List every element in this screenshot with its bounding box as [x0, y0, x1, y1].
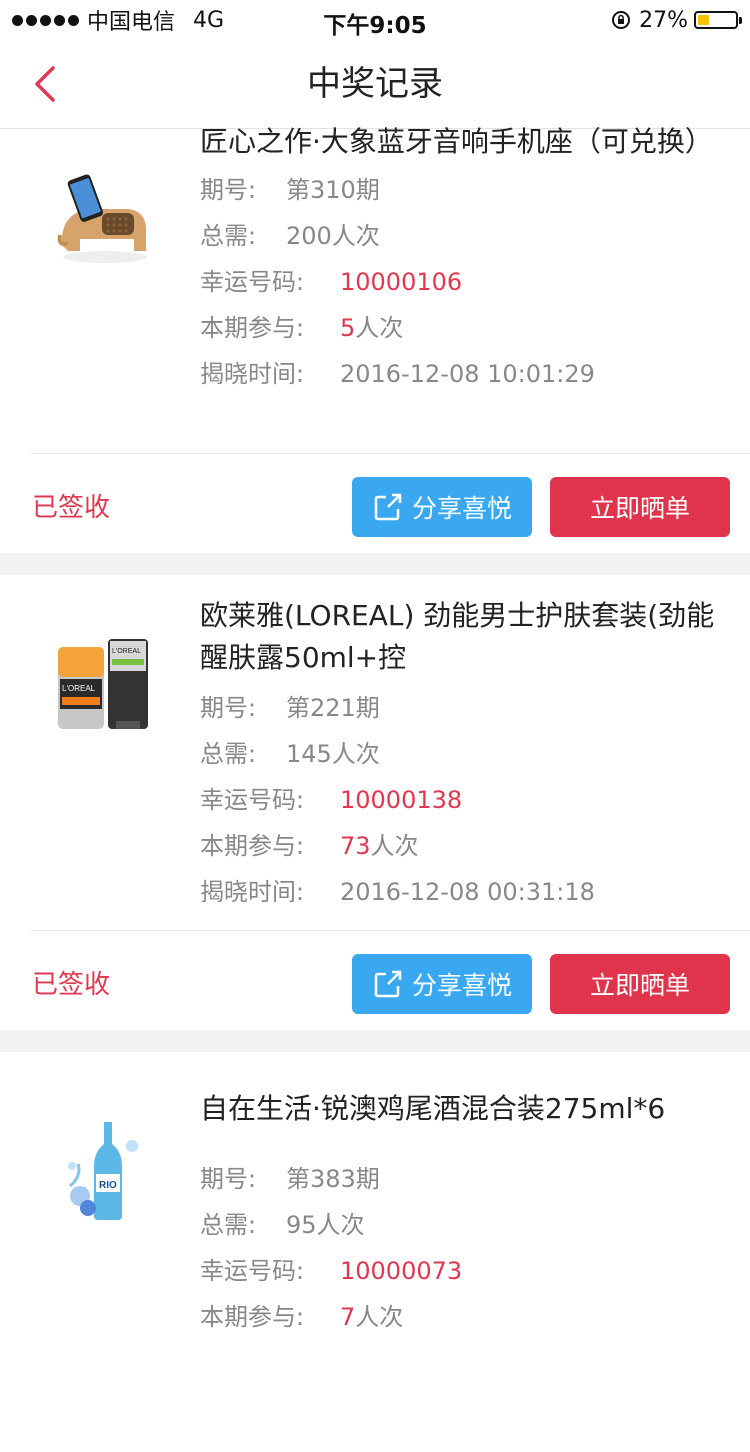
period-row: 期号: 第383期 [200, 1165, 380, 1193]
period-row: 期号: 第310期 [200, 176, 380, 204]
prize-info: 匠心之作·大象蓝牙音响手机座（可兑换） 期号: 第310期 总需: 200人次 幸运… [200, 121, 722, 397]
page-title: 中奖记录 [307, 64, 443, 104]
lucky-number-row: 幸运号码: 10000106 [200, 268, 463, 296]
card-gap [0, 553, 750, 575]
share-button[interactable]: 分享喜悦 [352, 954, 532, 1014]
lucky-number-row: 幸运号码: 10000073 [200, 1257, 463, 1285]
period-row: 期号: 第221期 [200, 694, 380, 722]
prize-card: L'OREAL L'OREAL 欧莱雅(LOREAL) 劲能男士护肤套装(劲能醒… [0, 575, 750, 1030]
share-icon [374, 493, 402, 521]
battery-percent: 27% [639, 7, 688, 33]
card-footer: 已签收 分享喜悦 立即晒单 [0, 930, 750, 1030]
product-image: L'OREAL L'OREAL [58, 639, 148, 729]
show-order-button[interactable]: 立即晒单 [550, 954, 730, 1014]
show-order-button[interactable]: 立即晒单 [550, 477, 730, 537]
card-footer: 已签收 分享喜悦 立即晒单 [0, 453, 750, 553]
svg-text:RIO: RIO [99, 1180, 117, 1191]
status-badge: 已签收 [32, 970, 111, 1000]
prize-info: 自在生活·锐澳鸡尾酒混合装275ml*6 期号: 第383期 总需: 95人次 幸运… [200, 1044, 722, 1340]
rotation-lock-icon [612, 11, 631, 29]
joined-row: 本期参与: 7人次 [200, 1303, 404, 1331]
joined-row: 本期参与: 5人次 [200, 314, 404, 342]
battery-icon [694, 11, 742, 29]
product-image: RIO [68, 1122, 138, 1220]
product-title[interactable]: 欧莱雅(LOREAL) 劲能男士护肤套装(劲能醒肤露50ml+控 [200, 595, 722, 679]
lucky-number-row: 幸运号码: 10000138 [200, 786, 463, 814]
total-row: 总需: 200人次 [200, 222, 380, 250]
share-button[interactable]: 分享喜悦 [352, 477, 532, 537]
nav-bar: 中奖记录 [0, 40, 750, 129]
product-title[interactable]: 匠心之作·大象蓝牙音响手机座（可兑换） [200, 121, 722, 163]
prize-list: 匠心之作·大象蓝牙音响手机座（可兑换） 期号: 第310期 总需: 200人次 幸运… [0, 125, 750, 1452]
reveal-time-row: 揭晓时间: 2016-12-08 10:01:29 [200, 360, 595, 388]
share-icon [374, 970, 402, 998]
total-row: 总需: 145人次 [200, 740, 380, 768]
svg-text:L'OREAL: L'OREAL [112, 648, 141, 655]
status-right: 27% [611, 6, 742, 34]
product-image [57, 174, 147, 263]
svg-text:L'OREAL: L'OREAL [62, 684, 96, 693]
status-badge: 已签收 [32, 493, 111, 523]
product-title[interactable]: 自在生活·锐澳鸡尾酒混合装275ml*6 [200, 1088, 722, 1130]
prize-info: 欧莱雅(LOREAL) 劲能男士护肤套装(劲能醒肤露50ml+控 期号: 第221… [200, 595, 722, 915]
joined-row: 本期参与: 73人次 [200, 832, 419, 860]
reveal-time-row: 揭晓时间: 2016-12-08 00:31:18 [200, 878, 595, 906]
prize-card: RIO 自在生活·锐澳鸡尾酒混合装275ml*6 期号: 第383期 总需: 95人… [0, 1052, 750, 1452]
total-row: 总需: 95人次 [200, 1211, 365, 1239]
status-bar: 中国电信 4G 下午9:05 27% [0, 0, 750, 40]
prize-card: 匠心之作·大象蓝牙音响手机座（可兑换） 期号: 第310期 总需: 200人次 幸运… [0, 125, 750, 553]
